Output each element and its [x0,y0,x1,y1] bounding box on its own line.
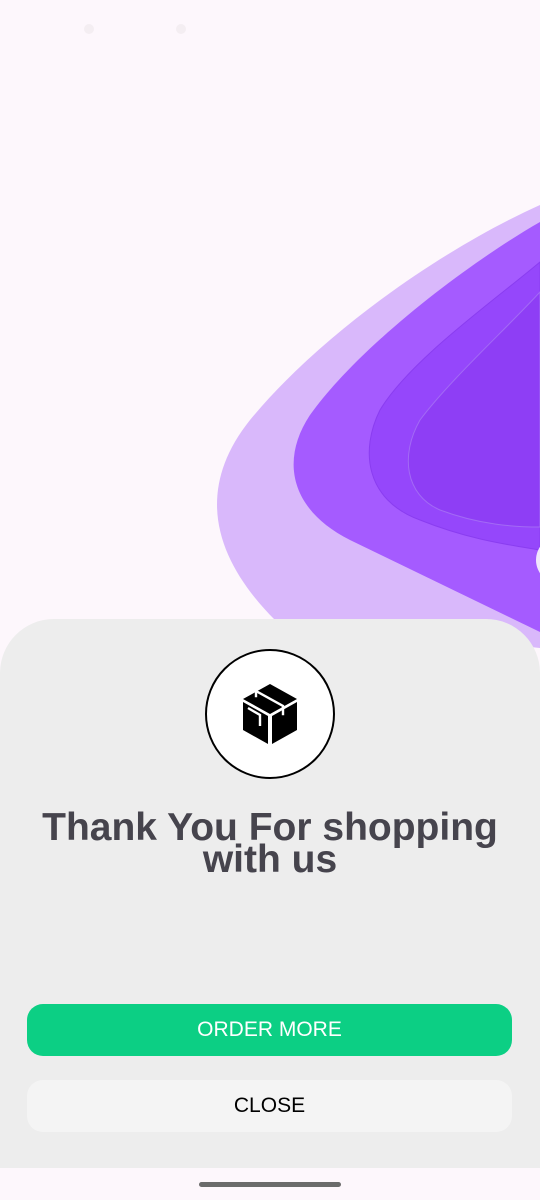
home-indicator[interactable] [199,1182,341,1187]
close-button[interactable]: CLOSE [27,1080,512,1132]
order-more-button[interactable]: ORDER MORE [27,1004,512,1056]
thank-you-title: Thank You For shopping with us [42,806,498,881]
package-box-icon [243,684,297,744]
system-navigation-bar [0,1168,540,1200]
package-icon-badge [205,649,335,779]
